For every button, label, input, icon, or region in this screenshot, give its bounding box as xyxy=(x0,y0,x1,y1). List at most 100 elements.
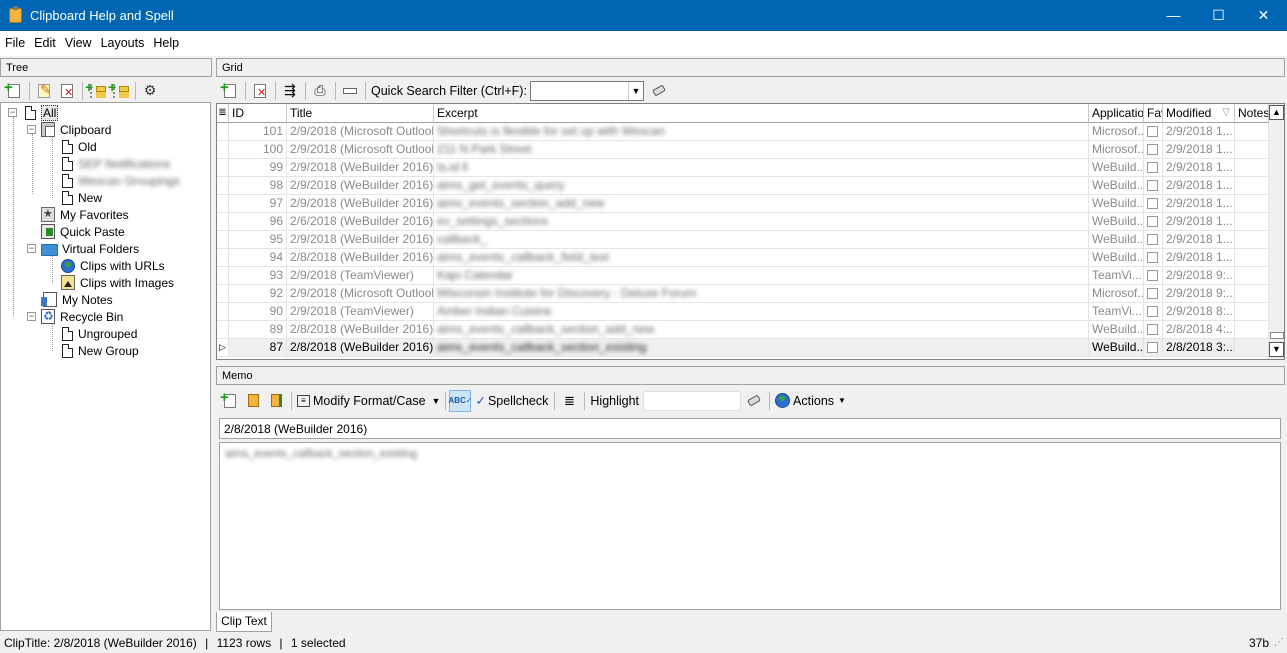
highlight-clear-button[interactable] xyxy=(743,390,765,412)
favorite-checkbox[interactable] xyxy=(1147,162,1158,173)
grid-add-button[interactable] xyxy=(219,79,241,102)
row-indicator[interactable] xyxy=(217,159,229,177)
table-row[interactable]: 98 2/9/2018 (WeBuilder 2016) aims_get_even… xyxy=(217,177,1269,195)
tree-node-old[interactable]: Old xyxy=(62,138,97,155)
table-row[interactable]: 100 2/9/2018 (Microsoft Outlook) 211 N Par… xyxy=(217,141,1269,159)
highlight-input[interactable] xyxy=(643,390,742,411)
memo-text-area[interactable]: aims_events_callback_section_existing xyxy=(219,442,1281,610)
cell-fav[interactable] xyxy=(1144,159,1163,177)
cell-fav[interactable] xyxy=(1144,141,1163,159)
column-header-excerpt[interactable]: Excerpt xyxy=(434,104,1089,123)
favorite-checkbox[interactable] xyxy=(1147,306,1158,317)
row-indicator[interactable] xyxy=(217,285,229,303)
column-chooser-icon[interactable]: ≣ xyxy=(217,104,229,123)
cell-fav[interactable] xyxy=(1144,231,1163,249)
scroll-down-icon[interactable]: ▼ xyxy=(1269,342,1284,357)
tree-node-quick-paste[interactable]: Quick Paste xyxy=(41,223,125,240)
table-row[interactable]: 90 2/9/2018 (TeamViewer) Amber Indian Cuis… xyxy=(217,303,1269,321)
minimize-button[interactable]: — xyxy=(1151,0,1196,31)
spellcheck-button[interactable]: ✓ Spellcheck xyxy=(472,390,551,412)
table-row[interactable]: ▷ 87 2/8/2018 (WeBuilder 2016) aims_events_… xyxy=(217,339,1269,357)
column-header-notes[interactable]: Notes xyxy=(1235,104,1269,123)
tree-view[interactable]: − All − Clipboard Old SEP Notifications … xyxy=(0,102,211,631)
table-row[interactable]: 99 2/9/2018 (WeBuilder 2016) ts.id ll WeBui… xyxy=(217,159,1269,177)
table-row[interactable]: 89 2/8/2018 (WeBuilder 2016) aims_events_c… xyxy=(217,321,1269,339)
table-row[interactable]: 95 2/9/2018 (WeBuilder 2016) callback_ WeBu… xyxy=(217,231,1269,249)
tree-node-my-favorites[interactable]: My Favorites xyxy=(41,206,129,223)
table-row[interactable]: 101 2/9/2018 (Microsoft Outlook) Shortcuts… xyxy=(217,123,1269,141)
row-indicator[interactable] xyxy=(217,321,229,339)
tree-edit-button[interactable] xyxy=(33,80,55,102)
favorite-checkbox[interactable] xyxy=(1147,180,1158,191)
tree-add-button[interactable] xyxy=(3,79,25,102)
tree-node-new[interactable]: New xyxy=(62,189,102,206)
favorite-checkbox[interactable] xyxy=(1147,216,1158,227)
memo-title-field[interactable]: 2/8/2018 (WeBuilder 2016) xyxy=(219,418,1281,439)
tree-node-virtual-folders[interactable]: − Virtual Folders xyxy=(25,240,139,257)
grid-move-button[interactable]: ⇶ xyxy=(279,80,301,102)
cell-fav[interactable] xyxy=(1144,249,1163,267)
tree-node-all[interactable]: − All xyxy=(8,104,59,121)
table-row[interactable]: 93 2/9/2018 (TeamViewer) Kajo Calendar Team… xyxy=(217,267,1269,285)
row-indicator[interactable] xyxy=(217,195,229,213)
favorite-checkbox[interactable] xyxy=(1147,288,1158,299)
collapse-icon[interactable]: − xyxy=(27,125,36,134)
menu-file[interactable]: File xyxy=(0,31,29,56)
column-header-modified[interactable]: Modified ▽ xyxy=(1163,104,1235,123)
tree-node-sep-notifications[interactable]: SEP Notifications xyxy=(62,155,171,172)
memo-paste-special-button[interactable] xyxy=(265,390,287,412)
tree-node-new-group[interactable]: New Group xyxy=(62,342,139,359)
table-row[interactable]: 96 2/6/2018 (WeBuilder 2016) ev_settings_s… xyxy=(217,213,1269,231)
collapse-icon[interactable]: − xyxy=(27,244,36,253)
quick-search-clear-button[interactable] xyxy=(648,80,670,102)
tab-clip-text[interactable]: Clip Text xyxy=(216,612,272,632)
table-row[interactable]: 97 2/9/2018 (WeBuilder 2016) aims_events_s… xyxy=(217,195,1269,213)
tree-node-clipboard[interactable]: − Clipboard xyxy=(25,121,111,138)
favorite-checkbox[interactable] xyxy=(1147,270,1158,281)
maximize-button[interactable]: ☐ xyxy=(1196,0,1241,31)
table-row[interactable]: 94 2/8/2018 (WeBuilder 2016) aims_events_c… xyxy=(217,249,1269,267)
tree-delete-button[interactable] xyxy=(56,80,78,102)
favorite-checkbox[interactable] xyxy=(1147,252,1158,263)
tree-add-child-button[interactable] xyxy=(85,79,108,102)
column-header-application[interactable]: Application xyxy=(1089,104,1144,123)
cell-fav[interactable] xyxy=(1144,177,1163,195)
row-indicator[interactable] xyxy=(217,267,229,285)
favorite-checkbox[interactable] xyxy=(1147,198,1158,209)
actions-button[interactable]: Actions ▼ xyxy=(773,390,848,412)
auto-spellcheck-toggle[interactable]: ABC✓ xyxy=(448,389,472,412)
memo-paste-button[interactable] xyxy=(242,390,264,412)
collapse-icon[interactable]: − xyxy=(27,312,36,321)
menu-view[interactable]: View xyxy=(60,31,96,56)
tree-node-wescan-groupings[interactable]: Wescan Groupings xyxy=(62,172,180,189)
favorite-checkbox[interactable] xyxy=(1147,144,1158,155)
favorite-checkbox[interactable] xyxy=(1147,342,1158,353)
menu-help[interactable]: Help xyxy=(148,31,183,56)
column-header-title[interactable]: Title xyxy=(287,104,434,123)
column-header-id[interactable]: ID xyxy=(229,104,287,123)
grid-print-button[interactable]: ⎙ xyxy=(309,80,331,102)
cell-fav[interactable] xyxy=(1144,285,1163,303)
scroll-up-icon[interactable]: ▲ xyxy=(1269,105,1284,120)
chevron-down-icon[interactable]: ▼ xyxy=(432,396,441,406)
cell-fav[interactable] xyxy=(1144,303,1163,321)
grid-delete-button[interactable] xyxy=(249,80,271,102)
row-indicator[interactable] xyxy=(217,213,229,231)
menu-layouts[interactable]: Layouts xyxy=(96,31,149,56)
cell-fav[interactable] xyxy=(1144,195,1163,213)
row-indicator[interactable] xyxy=(217,123,229,141)
chevron-down-icon[interactable]: ▼ xyxy=(627,81,643,100)
word-wrap-button[interactable]: ≣ xyxy=(558,390,580,412)
cell-fav[interactable] xyxy=(1144,123,1163,141)
close-button[interactable]: ✕ xyxy=(1241,0,1286,31)
tree-settings-button[interactable]: ⚙ xyxy=(139,80,161,102)
row-indicator[interactable]: ▷ xyxy=(217,339,229,357)
grid-scrollbar[interactable]: ▲ ▼ xyxy=(1269,104,1284,359)
quick-search-combo[interactable]: ▼ xyxy=(529,80,644,101)
clips-grid[interactable]: ≣ ID Title Excerpt Application Fav Modif… xyxy=(216,103,1285,360)
row-indicator[interactable] xyxy=(217,249,229,267)
favorite-checkbox[interactable] xyxy=(1147,324,1158,335)
table-row[interactable]: 92 2/9/2018 (Microsoft Outlook) Wisconsin … xyxy=(217,285,1269,303)
modify-format-case-button[interactable]: ≡ Modify Format/Case ▼ xyxy=(295,390,442,412)
resize-grip-icon[interactable]: ⋰ xyxy=(1274,633,1284,653)
